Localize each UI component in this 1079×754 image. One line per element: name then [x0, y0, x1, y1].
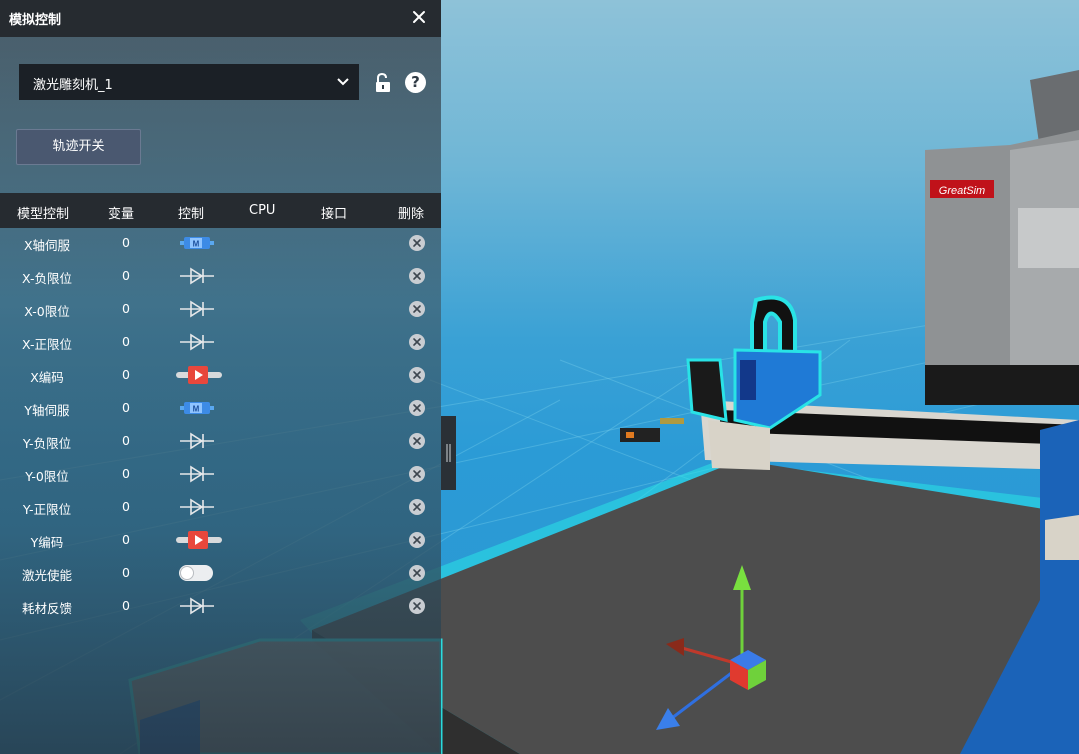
- delete-icon[interactable]: [409, 367, 425, 383]
- delete-icon[interactable]: [409, 334, 425, 350]
- encoder-play-icon[interactable]: [176, 528, 222, 552]
- row-variable: 0: [122, 499, 130, 514]
- table-row: Y编码 0: [0, 524, 441, 557]
- row-name: X-正限位: [22, 337, 72, 352]
- column-header-delete: 删除: [398, 207, 425, 222]
- device-select[interactable]: 激光雕刻机_1: [19, 64, 359, 100]
- row-variable: 0: [122, 400, 130, 415]
- column-header-control: 控制: [178, 207, 205, 222]
- servo-motor-icon[interactable]: M: [176, 396, 218, 420]
- row-name: Y编码: [30, 535, 64, 550]
- table-row: 激光使能 0: [0, 557, 441, 590]
- encoder-play-icon[interactable]: [176, 363, 222, 387]
- row-name: X编码: [30, 370, 64, 385]
- panel-resize-handle[interactable]: [441, 416, 456, 490]
- diode-icon[interactable]: [176, 264, 218, 288]
- close-icon[interactable]: [408, 6, 430, 28]
- delete-icon[interactable]: [409, 433, 425, 449]
- svg-text:M: M: [193, 240, 200, 249]
- table-row: X-正限位 0: [0, 326, 441, 359]
- column-header-interface: 接口: [321, 207, 348, 222]
- delete-icon[interactable]: [409, 301, 425, 317]
- row-variable: 0: [122, 433, 130, 448]
- delete-icon[interactable]: [409, 499, 425, 515]
- diode-icon[interactable]: [176, 594, 218, 618]
- row-variable: 0: [122, 334, 130, 349]
- table-row: Y轴伺服 0 M: [0, 392, 441, 425]
- delete-icon[interactable]: [409, 532, 425, 548]
- row-variable: 0: [122, 367, 130, 382]
- row-variable: 0: [122, 268, 130, 283]
- brand-label: GreatSim: [939, 185, 985, 197]
- row-variable: 0: [122, 235, 130, 250]
- delete-icon[interactable]: [409, 466, 425, 482]
- table-row: Y-0限位 0: [0, 458, 441, 491]
- table-row: X编码 0: [0, 359, 441, 392]
- table-row: Y-负限位 0: [0, 425, 441, 458]
- diode-icon[interactable]: [176, 330, 218, 354]
- table-row: 耗材反馈 0: [0, 590, 441, 623]
- row-variable: 0: [122, 466, 130, 481]
- simulation-control-panel: 模拟控制 激光雕刻机_1 ? 轨迹开关 模型控制 变量 控制 CPU 接口 删除…: [0, 0, 441, 754]
- row-name: 激光使能: [21, 568, 72, 583]
- panel-title: 模拟控制: [9, 13, 62, 28]
- row-variable: 0: [122, 565, 130, 580]
- diode-icon[interactable]: [176, 297, 218, 321]
- table-row: X轴伺服 0 M: [0, 227, 441, 260]
- row-name: X-0限位: [24, 304, 70, 319]
- svg-text:M: M: [193, 405, 200, 414]
- table-header: 模型控制 变量 控制 CPU 接口 删除: [0, 193, 441, 228]
- column-header-variable: 变量: [108, 207, 135, 222]
- diode-icon[interactable]: [176, 462, 218, 486]
- diode-icon[interactable]: [176, 495, 218, 519]
- column-header-cpu: CPU: [249, 203, 276, 218]
- table-row: X-0限位 0: [0, 293, 441, 326]
- row-name: X轴伺服: [23, 238, 71, 253]
- machine-cabinet: GreatSim: [925, 70, 1079, 405]
- row-name: X-负限位: [22, 271, 72, 286]
- chevron-down-icon: [335, 74, 351, 90]
- diode-icon[interactable]: [176, 429, 218, 453]
- unlock-icon[interactable]: [374, 72, 392, 93]
- table-row: Y-正限位 0: [0, 491, 441, 524]
- row-name: Y-0限位: [25, 469, 69, 484]
- row-name: Y轴伺服: [24, 403, 70, 418]
- row-variable: 0: [122, 301, 130, 316]
- delete-icon[interactable]: [409, 598, 425, 614]
- panel-title-bar: 模拟控制: [0, 0, 441, 37]
- sensor-model: [620, 418, 684, 442]
- row-variable: 0: [122, 532, 130, 547]
- track-toggle-button[interactable]: 轨迹开关: [16, 129, 141, 165]
- row-name: Y-正限位: [22, 502, 72, 517]
- device-select-value: 激光雕刻机_1: [33, 78, 113, 93]
- row-variable: 0: [122, 598, 130, 613]
- delete-icon[interactable]: [409, 565, 425, 581]
- table-row: X-负限位 0: [0, 260, 441, 293]
- column-header-model: 模型控制: [17, 207, 70, 222]
- delete-icon[interactable]: [409, 268, 425, 284]
- delete-icon[interactable]: [409, 400, 425, 416]
- delete-icon[interactable]: [409, 235, 425, 251]
- row-name: Y-负限位: [22, 436, 72, 451]
- servo-motor-icon[interactable]: M: [176, 231, 218, 255]
- toggle-switch-off[interactable]: [176, 561, 218, 585]
- row-name: 耗材反馈: [21, 601, 72, 616]
- help-icon[interactable]: ?: [405, 72, 426, 93]
